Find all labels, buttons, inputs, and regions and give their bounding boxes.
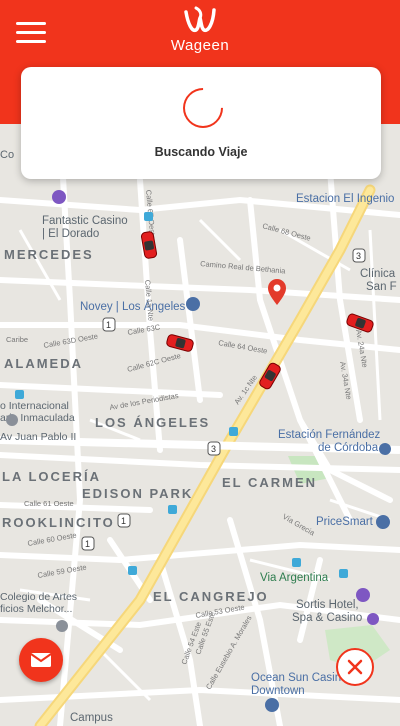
bus-stop-icon [168, 505, 177, 514]
neighborhood-label: EDISON PARK [82, 486, 193, 501]
bus-stop-icon [229, 427, 238, 436]
hotel-poi-icon[interactable] [356, 588, 370, 602]
loading-spinner-icon [174, 79, 232, 137]
route-marker: 1 [117, 513, 131, 528]
svg-text:1: 1 [121, 516, 126, 526]
school-poi-icon[interactable] [56, 620, 68, 632]
place-label: Co [0, 149, 14, 161]
hamburger-icon[interactable] [16, 22, 46, 44]
place-label: Colegio de Artes ficios Melchor... [0, 591, 77, 615]
casino-poi-icon[interactable] [367, 613, 379, 625]
shop-poi-icon[interactable] [265, 698, 279, 712]
shop-poi-icon[interactable] [186, 297, 200, 311]
svg-text:3: 3 [356, 251, 361, 261]
route-marker: 3 [352, 248, 366, 263]
place-label: Via Argentina [260, 572, 329, 584]
place-label: Estacion El Ingenio [296, 193, 394, 205]
neighborhood-label: ALAMEDA [4, 356, 83, 371]
place-label: Sortis Hotel, Spa & Casino [292, 599, 362, 624]
svg-text:3: 3 [211, 444, 216, 454]
place-label: PriceSmart [316, 516, 374, 528]
route-marker: 1 [81, 536, 95, 551]
place-label-line: Fantastic Casino [42, 215, 128, 227]
neighborhood-label: ROOKLINCITO [2, 515, 115, 530]
shop-poi-icon[interactable] [376, 515, 390, 529]
place-label: Clínica San F [360, 268, 397, 293]
bus-stop-icon [339, 569, 348, 578]
route-marker: 1 [102, 317, 116, 332]
bus-stop-icon [128, 566, 137, 575]
brand-name: Wageen [170, 37, 230, 54]
route-marker: 3 [207, 441, 221, 456]
transit-poi-icon[interactable] [379, 443, 391, 455]
message-button[interactable] [19, 638, 63, 682]
close-icon [347, 659, 363, 675]
bus-stop-icon [15, 390, 24, 399]
place-label: Campus [70, 712, 113, 724]
svg-text:1: 1 [106, 320, 111, 330]
bus-stop-icon [292, 558, 301, 567]
cancel-search-button[interactable] [336, 648, 374, 686]
svg-text:1: 1 [85, 539, 90, 549]
bus-stop-icon [144, 212, 153, 221]
neighborhood-label: EL CARMEN [222, 475, 317, 490]
brand-logo: Wageen [163, 6, 237, 54]
place-label: Novey | Los Ángeles [80, 300, 186, 313]
casino-poi-icon[interactable] [52, 190, 66, 204]
school-poi-icon[interactable] [6, 414, 18, 426]
search-status-text: Buscando Viaje [154, 145, 248, 159]
neighborhood-label: LOS ÁNGELES [95, 415, 210, 430]
neighborhood-label: MERCEDES [4, 247, 94, 262]
place-label: Av Juan Pablo II [0, 431, 76, 443]
neighborhood-label: LA LOCERÍA [2, 469, 101, 484]
neighborhood-label: EL CANGREJO [153, 589, 269, 604]
trip-search-card: Buscando Viaje [21, 67, 381, 179]
mail-icon [30, 653, 52, 667]
street-label: Caribe [6, 335, 28, 344]
wageen-logo-icon [184, 6, 216, 33]
street-label: Calle 61 Oeste [24, 499, 74, 508]
